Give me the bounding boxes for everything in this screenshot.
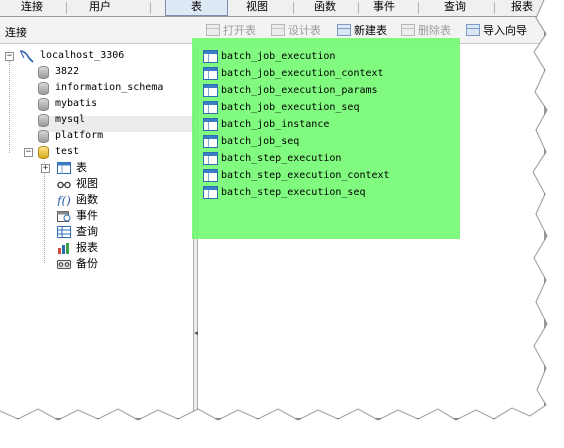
torn-edge-overlay <box>0 0 564 448</box>
